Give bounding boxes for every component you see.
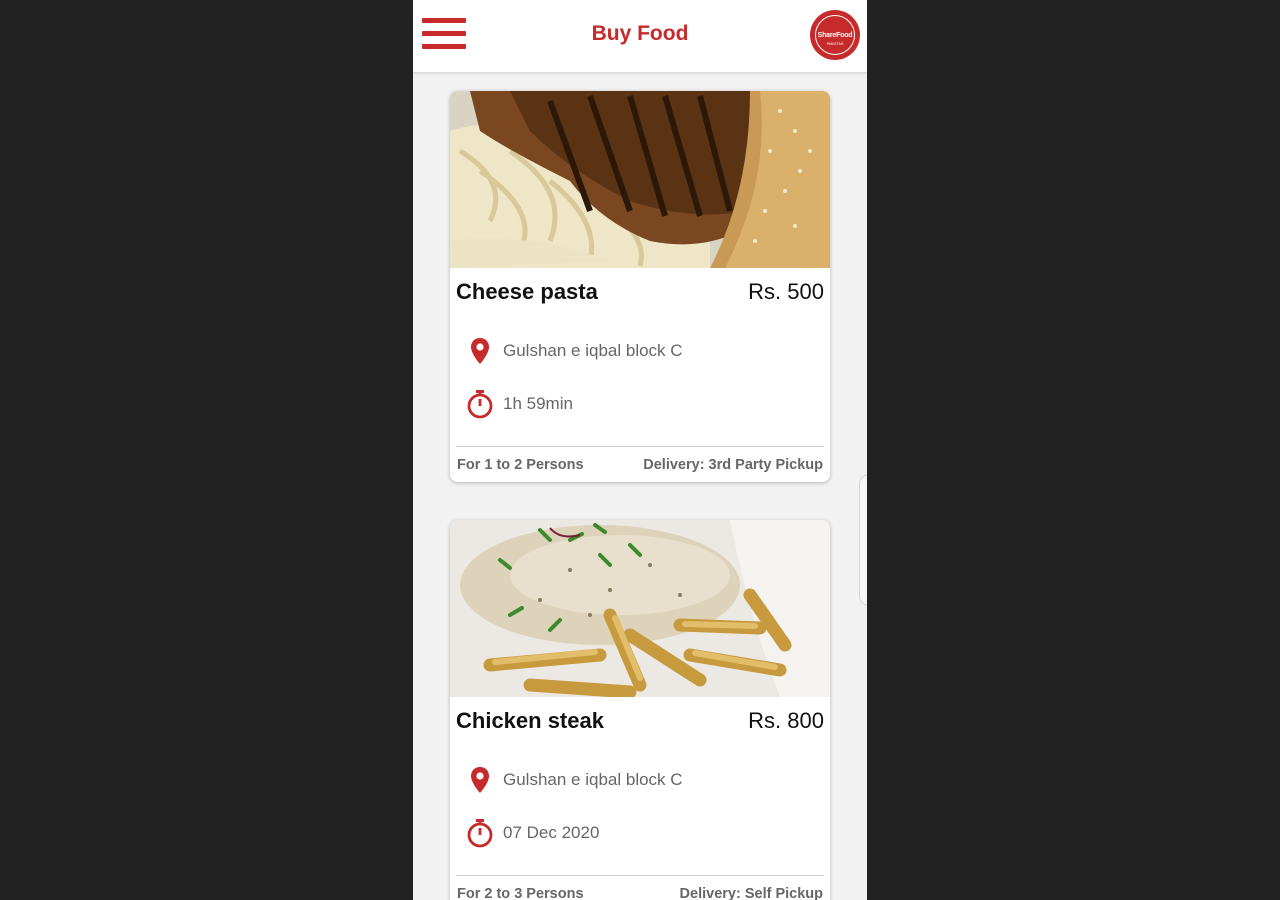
card-footer: For 2 to 3 Persons Delivery: Self Pickup [450, 876, 830, 900]
location-row: Gulshan e iqbal block C [450, 336, 830, 366]
location-text: Gulshan e iqbal block C [503, 770, 683, 789]
time-row: 1h 59min [450, 389, 830, 419]
food-name: Cheese pasta [456, 279, 598, 304]
location-row: Gulshan e iqbal block C [450, 765, 830, 795]
food-card[interactable]: Cheese pasta Rs. 500 Gulshan e iqbal blo… [450, 91, 830, 482]
food-image [450, 91, 830, 268]
food-price: Rs. 800 [748, 708, 824, 733]
time-row: 07 Dec 2020 [450, 818, 830, 848]
card-footer: For 1 to 2 Persons Delivery: 3rd Party P… [450, 447, 830, 482]
logo-text: ShareFood [817, 31, 853, 39]
delivery-type: Delivery: 3rd Party Pickup [643, 457, 823, 473]
stopwatch-icon [466, 818, 494, 848]
food-price: Rs. 500 [748, 279, 824, 304]
stopwatch-icon [466, 389, 494, 419]
food-card[interactable]: Chicken steak Rs. 800 Gulshan e iqbal bl… [450, 520, 830, 900]
card-header: Chicken steak Rs. 800 [450, 708, 830, 733]
page-title: Buy Food [591, 22, 689, 45]
delivery-type: Delivery: Self Pickup [679, 886, 823, 900]
serving-size: For 2 to 3 Persons [457, 886, 584, 900]
map-pin-icon [466, 336, 494, 366]
side-drawer-handle[interactable] [859, 474, 867, 606]
app-bar: Buy Food ShareFood PAKISTAN [413, 0, 867, 72]
phone-screen: Buy Food ShareFood PAKISTAN Cheese pasta… [413, 0, 867, 900]
card-header: Cheese pasta Rs. 500 [450, 279, 830, 304]
food-name: Chicken steak [456, 708, 604, 733]
time-text: 07 Dec 2020 [503, 823, 600, 842]
serving-size: For 1 to 2 Persons [457, 457, 584, 473]
map-pin-icon [466, 765, 494, 795]
location-text: Gulshan e iqbal block C [503, 341, 683, 360]
logo-subtext: PAKISTAN [826, 42, 844, 46]
food-image [450, 520, 830, 697]
time-text: 1h 59min [503, 394, 573, 413]
sharefood-logo[interactable]: ShareFood PAKISTAN [810, 10, 860, 60]
